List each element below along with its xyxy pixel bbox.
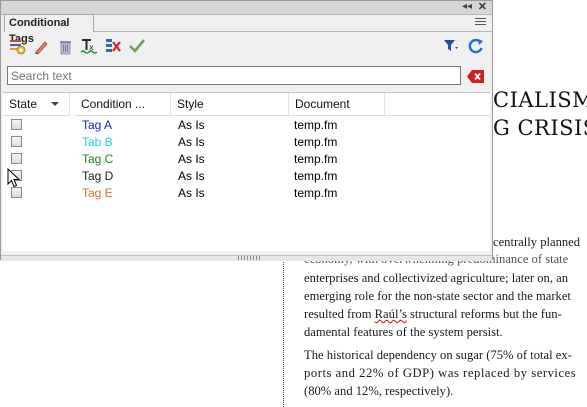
resize-grip-icon[interactable] [238,256,260,260]
clear-search-button[interactable] [467,68,485,84]
panel-title-strip[interactable] [1,1,492,15]
edit-tag-icon [34,40,48,55]
paragraph-text: structural reforms but the fun- [406,307,562,321]
search-input[interactable] [7,66,461,85]
table-row[interactable]: Tab B As Is temp.fm [3,134,490,151]
collapse-panel-button[interactable]: ◂◂ [462,1,472,13]
paragraph-line: damental features of the system persist. [304,325,503,339]
tag-state-checkbox[interactable] [11,119,22,130]
chapter-heading-line-1: CIALISM: [493,88,587,112]
tab-row-divider [94,31,492,32]
tag-name: Tag D [82,169,114,183]
apply-checkmark-icon [129,39,146,53]
table-row[interactable]: Tag C As Is temp.fm [3,151,490,168]
remove-tag-icon [106,39,121,52]
column-header-condition[interactable]: Condition ... [75,93,171,116]
delete-tag-icon [59,40,71,54]
tab-conditional-tags[interactable]: Conditional Tags [4,14,94,45]
tag-name: Tag C [82,152,114,166]
chapter-heading-line-2: G CRISIS [493,116,587,140]
tag-name: Tab B [82,135,113,149]
tags-table: State Condition ... Style Document Tag A… [3,92,490,251]
paragraph-line: enterprises and collectivized agricultur… [304,271,569,285]
edit-tag-button[interactable] [32,37,50,55]
column-header-state[interactable]: State [3,93,70,116]
paragraph-line: ports and 22% of GDP) was replaced by se… [304,366,577,380]
tag-style: As Is [178,135,205,149]
column-header-filler [385,93,490,116]
misspelled-word: Raúl’s [374,307,407,321]
tag-name: Tag A [82,118,113,132]
tag-style: As Is [178,169,205,183]
tag-document: temp.fm [294,118,338,132]
mouse-cursor-icon [7,168,21,188]
refresh-icon [468,38,483,54]
clear-search-icon [467,69,484,83]
tag-state-checkbox[interactable] [11,187,22,198]
close-panel-button[interactable]: ✕ [478,1,487,13]
column-header-label: State [9,97,38,111]
new-tag-button[interactable] [8,37,26,55]
tag-style: As Is [178,118,205,132]
column-header-document[interactable]: Document [289,93,385,116]
tag-state-checkbox[interactable] [11,136,22,147]
apply-tag-button[interactable]: x [80,37,98,55]
column-header-style[interactable]: Style [171,93,289,116]
paragraph-line: (80% and 12%, respectively). [304,384,454,398]
panel-menu-button[interactable] [475,18,486,27]
apply-tag-icon: x [80,39,98,54]
refresh-button[interactable] [467,37,485,55]
paragraph-line: centrally planned [493,235,581,249]
tag-state-checkbox[interactable] [11,153,22,164]
delete-tag-button[interactable] [56,37,74,55]
filter-icon [444,40,458,51]
paragraph-text: resulted from [304,307,375,321]
apply-checkmark-button[interactable] [128,37,146,55]
sort-dropdown-icon[interactable] [51,102,59,106]
table-row[interactable]: Tag D As Is temp.fm [3,168,490,185]
tag-style: As Is [178,186,205,200]
tag-style: As Is [178,152,205,166]
conditional-tags-panel: ◂◂ ✕ Conditional Tags x Search text Stat… [0,0,493,261]
text-frame-border [283,255,284,407]
tag-name: Tag E [82,186,113,200]
table-row[interactable]: Tag A As Is temp.fm [3,117,490,134]
tag-document: temp.fm [294,135,338,149]
filter-button[interactable] [442,37,460,55]
table-row[interactable]: Tag E As Is temp.fm [3,185,490,202]
tag-document: temp.fm [294,152,338,166]
tag-document: temp.fm [294,169,338,183]
paragraph-line: The historical dependency on sugar (75% … [304,348,572,362]
paragraph-line: resulted from Raúl’s structural reforms … [304,307,562,322]
paragraph-line: emerging role for the non-state sector a… [304,289,571,303]
new-tag-icon [9,39,25,54]
tag-document: temp.fm [294,186,338,200]
remove-tag-button[interactable] [104,37,122,55]
